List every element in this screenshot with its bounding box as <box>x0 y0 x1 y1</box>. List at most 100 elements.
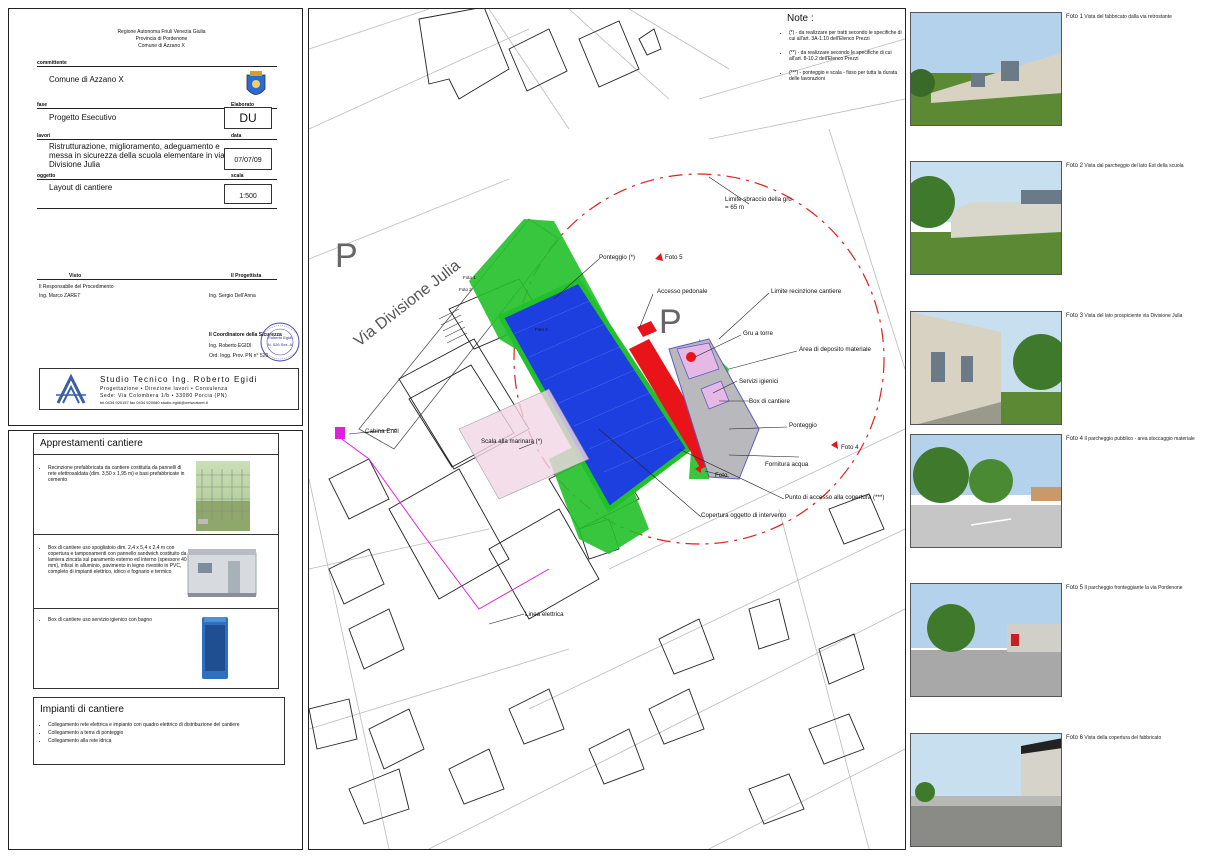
scale-value: 1:500 <box>239 193 257 200</box>
enel-cabin-marker <box>335 427 345 439</box>
photo-5-text: Il parcheggio fronteggiante la via Porde… <box>1084 585 1183 591</box>
label-limite-recinzione: Limite recinzione cantiere <box>771 288 842 295</box>
engineer-stamp: Roberto Egidi N. 526 Sez. A <box>259 313 301 371</box>
site-equipment-panel: Apprestamenti cantiere Recinzione prefab… <box>8 430 303 850</box>
photo-2-caption: Foto 2 Vista dal parcheggio del lato Est… <box>1066 163 1206 169</box>
studio-logo-icon <box>54 373 88 407</box>
photo-1-caption: Foto 1 Vista del fabbricato dalla via re… <box>1066 14 1206 20</box>
studio-address: Sede: Via Colombera 1/b • 33080 Porcia (… <box>100 393 228 399</box>
note-item-1: (*) - da realizzare per tratti secondo l… <box>789 30 903 42</box>
label-foto5: Foto 5 <box>665 254 683 261</box>
photo-3-text: Vista del lato prospiciente via Division… <box>1084 313 1183 319</box>
subject-value: Layout di cantiere <box>49 183 113 192</box>
crane-marker <box>686 352 696 362</box>
phase-value: Progetto Esecutivo <box>49 113 117 122</box>
desc-value: Ristrutturazione, miglioramento, adeguam… <box>49 142 225 169</box>
photo-6 <box>910 733 1062 847</box>
table-row: Box di cantiere uso spogliatoio dim. 2,4… <box>34 534 278 609</box>
impianti-item-2: Collegamento a terra di ponteggio <box>48 730 278 736</box>
apprestamenti-item-3: Box di cantiere uso servizio igienico co… <box>48 617 188 623</box>
photo-2-label: Foto 2 <box>1066 163 1084 169</box>
impianti-item-3: Collegamento alla rete idrica <box>48 738 278 744</box>
apprestamenti-title: Apprestamenti cantiere <box>40 438 143 449</box>
label-gru: Gru a torre <box>743 330 773 337</box>
region-name: Regione Autonoma Friuli Venezia Giulia <box>117 29 206 35</box>
apprestamenti-item-1: Recinzione prefabbricata da cantiere cos… <box>48 465 188 483</box>
stamp-id: N. 526 Sez. A <box>267 342 293 347</box>
notes-title: Note : <box>787 13 814 24</box>
photo-4-caption: Foto 4 Il parcheggio pubblico - area sto… <box>1066 436 1206 442</box>
studio-services: Progettazione • Direzione lavori • Consu… <box>100 386 228 392</box>
visto-subtitle: Il Responsabile del Procedimento <box>39 284 114 290</box>
label-accesso-pedonale: Accesso pedonale <box>657 288 708 295</box>
impianti-box: Impianti di cantiere Collegamento rete e… <box>33 697 285 765</box>
scale-box: 1:500 <box>224 184 272 204</box>
photo-3 <box>910 311 1062 425</box>
label-copertura: Copertura oggetto di intervento <box>701 512 787 519</box>
table-row: Recinzione prefabbricata da cantiere cos… <box>34 454 278 535</box>
photo-4-text: Il parcheggio pubblico - area stoccaggio… <box>1084 436 1195 442</box>
apprestamenti-item-2: Box di cantiere uso spogliatoio dim. 2,4… <box>48 545 188 575</box>
label-foto1-tag: Foto 1 <box>463 275 476 280</box>
client-value: Comune di Azzano X <box>49 75 124 84</box>
studio-name: Studio Tecnico Ing. Roberto Egidi <box>100 375 258 384</box>
photo-6-label: Foto 6 <box>1066 735 1084 741</box>
note-item-2: (**) - da realizzare secondo le specific… <box>789 50 903 62</box>
label-foto3-tag: Foto 3 <box>535 327 548 332</box>
label-linea: Linea elettrica <box>525 611 564 618</box>
date-value: 07/07/09 <box>234 157 262 164</box>
divider <box>37 208 277 209</box>
code-box: DU <box>224 107 272 129</box>
apprestamenti-table: Apprestamenti cantiere Recinzione prefab… <box>33 433 279 689</box>
site-plan: Via Divisione Julia P P Limite sbraccio … <box>309 9 905 849</box>
table-row: Box di cantiere uso servizio igienico co… <box>34 608 278 689</box>
impianti-item-1: Collegamento rete elettrica e impianto c… <box>48 722 278 728</box>
province-name: Provincia di Pordenone <box>135 36 188 42</box>
stamp-name: Roberto Egidi <box>267 335 293 340</box>
label-foto: Foto <box>715 472 728 479</box>
photo-4-label: Foto 4 <box>1066 436 1084 442</box>
studio-box: Studio Tecnico Ing. Roberto Egidi Proget… <box>39 368 299 410</box>
studio-contacts: tel.0434 920157 fax 0434 920080 studio.e… <box>100 400 208 405</box>
photo-3-label: Foto 3 <box>1066 313 1084 319</box>
photo-5 <box>910 583 1062 697</box>
label-area-deposito: Area di deposito materiale <box>799 346 871 353</box>
code-value: DU <box>239 111 257 125</box>
visto-name: Ing. Marco ZARET <box>39 293 81 299</box>
photo-1-label: Foto 1 <box>1066 14 1084 20</box>
photo-2-text: Vista dal parcheggio del lato Est della … <box>1084 163 1184 169</box>
divider <box>37 66 277 67</box>
photo-column: Foto 1 Vista del fabbricato dalla via re… <box>908 8 1208 850</box>
parking-label: P <box>659 303 682 341</box>
coordinator-name: Ing. Roberto EGIDI <box>209 343 252 349</box>
label-servizi: Servizi igienici <box>739 378 778 385</box>
stair-hatch <box>438 308 468 344</box>
photo-3-caption: Foto 3 Vista del lato prospiciente via D… <box>1066 313 1206 319</box>
site-plan-frame: Via Divisione Julia P P Limite sbraccio … <box>308 8 906 850</box>
label-foto4: Foto 4 <box>841 444 859 451</box>
label-ponteggio-star: Ponteggio (*) <box>599 254 635 261</box>
label-ponteggio: Ponteggio <box>789 422 817 429</box>
impianti-title: Impianti di cantiere <box>40 704 124 715</box>
label-punto-accesso: Punto di accesso alla copertura (***) <box>785 494 884 501</box>
photo-5-caption: Foto 5 Il parcheggio fronteggiante la vi… <box>1066 585 1206 591</box>
photo-5-label: Foto 5 <box>1066 585 1084 591</box>
fence-image <box>196 461 250 531</box>
divider <box>37 139 277 140</box>
label-foto2-tag: Foto 2 <box>459 287 472 292</box>
municipality-name: Comune di Azzano X <box>138 43 185 49</box>
label-fornitura: Fornitura acqua <box>765 461 809 468</box>
label-cabina: Cabina Enel <box>365 428 399 435</box>
divider <box>37 279 277 280</box>
label-box: Box di cantiere <box>749 398 790 405</box>
label-crane-radius: Limite sbraccio della gru <box>725 196 792 203</box>
title-block: Regione Autonoma Friuli Venezia Giulia P… <box>8 8 303 426</box>
photo-1 <box>910 12 1062 126</box>
note-item-3: (***) - ponteggio e scala - fisso per tu… <box>789 70 903 82</box>
toilet-box-image <box>200 615 230 681</box>
label-crane-radius-value: = 65 m <box>725 204 744 211</box>
date-box: 07/07/09 <box>224 148 272 170</box>
municipal-crest-icon <box>245 69 267 101</box>
parking-label: P <box>335 237 358 275</box>
photo-6-caption: Foto 6 Vista della copertura del fabbric… <box>1066 735 1206 741</box>
